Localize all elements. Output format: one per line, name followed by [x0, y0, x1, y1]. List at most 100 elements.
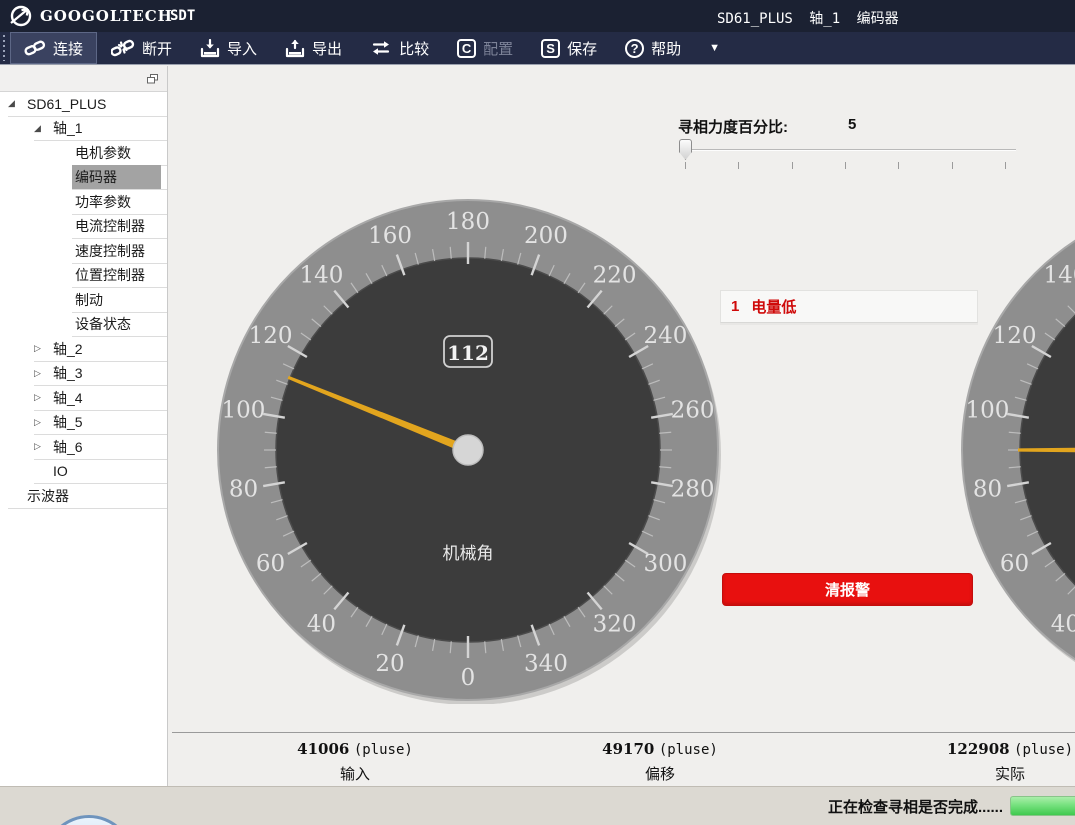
svg-text:100: 100 [966, 397, 1010, 423]
title-bar: GOOGOLTECH SDT SD61_PLUS 轴_1 编码器 [0, 0, 1075, 32]
svg-text:200: 200 [524, 223, 568, 249]
sidebar-header [0, 66, 167, 92]
slider-tick [792, 162, 793, 169]
collapsed-arrow-icon[interactable]: ▷ [34, 441, 50, 452]
svg-text:160: 160 [368, 223, 412, 249]
help-icon: ? [625, 39, 644, 58]
gauge-mechanical-angle: 0204060801001201401601802002202402602803… [214, 196, 722, 704]
toolbar-button-connect[interactable]: 连接 [10, 32, 97, 64]
slider-tick [952, 162, 953, 169]
tree-item-SD61_PLUS[interactable]: ◢SD61_PLUS [0, 92, 167, 117]
toolbar-button-help[interactable]: ?帮助 [611, 32, 695, 64]
tree-item-速度控制器[interactable]: 速度控制器 [0, 239, 167, 264]
brand-name: GOOGOLTECH [40, 7, 173, 25]
slider-tick [685, 162, 686, 169]
tree-item-轴_2[interactable]: ▷轴_2 [0, 337, 167, 362]
status-progress-bar [1010, 796, 1075, 816]
svg-text:300: 300 [644, 551, 688, 577]
phase-slider-label: 寻相力度百分比: [678, 116, 788, 137]
chevron-down-icon: ▼ [709, 42, 720, 54]
tree-item-轴_6[interactable]: ▷轴_6 [0, 435, 167, 460]
toolbar-button-save[interactable]: S保存 [527, 32, 611, 64]
gauge-center-label: 机械角 [443, 544, 494, 563]
toolbar-button-import[interactable]: 导入 [186, 32, 271, 64]
svg-text:20: 20 [375, 651, 404, 677]
toolbar-button-disconnect[interactable]: 断开 [97, 32, 186, 64]
gauge-value-display: 112 [447, 341, 489, 365]
phase-slider-track[interactable] [679, 149, 1016, 151]
tree-item-IO[interactable]: IO [0, 460, 167, 485]
tree-item-编码器[interactable]: 编码器 [0, 166, 167, 191]
svg-text:80: 80 [973, 477, 1002, 503]
tree-item-示波器[interactable]: 示波器 [0, 484, 167, 509]
broken-link-icon [111, 39, 135, 57]
body-area: ◢SD61_PLUS◢轴_1电机参数编码器功率参数电流控制器速度控制器位置控制器… [0, 66, 1075, 786]
collapsed-arrow-icon[interactable]: ▷ [34, 392, 50, 403]
expanded-arrow-icon[interactable]: ◢ [8, 98, 24, 109]
collapsed-arrow-icon[interactable]: ▷ [34, 417, 50, 428]
corner-orb-icon [44, 815, 134, 825]
tree-item-轴_3[interactable]: ▷轴_3 [0, 362, 167, 387]
tree-item-轴_5[interactable]: ▷轴_5 [0, 411, 167, 436]
app-name: SDT [170, 8, 195, 24]
slider-tick [845, 162, 846, 169]
export-icon [285, 39, 305, 58]
svg-text:240: 240 [644, 323, 688, 349]
tree-item-设备状态[interactable]: 设备状态 [0, 313, 167, 338]
alarm-text: 电量低 [751, 296, 796, 317]
phase-slider-handle[interactable] [679, 139, 692, 160]
svg-text:340: 340 [524, 651, 568, 677]
svg-text:0: 0 [461, 665, 476, 691]
readout-输入: 41006 (pluse)输入 [245, 740, 465, 784]
tree-item-制动[interactable]: 制动 [0, 288, 167, 313]
svg-text:120: 120 [993, 323, 1037, 349]
status-bar: 正在检查寻相是否完成...... [0, 786, 1075, 825]
svg-text:220: 220 [593, 262, 637, 288]
svg-text:120: 120 [249, 323, 293, 349]
save-icon: S [541, 39, 560, 58]
toolbar-button-config[interactable]: C配置 [443, 32, 527, 64]
expanded-arrow-icon[interactable]: ◢ [34, 123, 50, 134]
context-title: SD61_PLUS 轴_1 编码器 [717, 8, 899, 28]
link-icon [24, 39, 46, 57]
clear-alarm-button[interactable]: 清报警 [722, 573, 973, 606]
tree-item-功率参数[interactable]: 功率参数 [0, 190, 167, 215]
readout-实际: 122908 (pluse)实际 [900, 740, 1075, 784]
tree-item-位置控制器[interactable]: 位置控制器 [0, 264, 167, 289]
tree-item-电机参数[interactable]: 电机参数 [0, 141, 167, 166]
main-content: 寻相力度百分比: 5 1 电量低 清报警 0 20 40 60 80 100 120 140 1… [168, 66, 1075, 786]
float-panel-icon[interactable] [147, 74, 158, 84]
tree-item-轴_1[interactable]: ◢轴_1 [0, 117, 167, 142]
slider-tick [898, 162, 899, 169]
collapsed-arrow-icon[interactable]: ▷ [34, 343, 50, 354]
readout-偏移: 49170 (pluse)偏移 [550, 740, 770, 784]
import-icon [200, 39, 220, 58]
toolbar-button-export[interactable]: 导出 [271, 32, 356, 64]
svg-text:260: 260 [671, 397, 715, 423]
svg-text:60: 60 [256, 551, 285, 577]
tree-item-电流控制器[interactable]: 电流控制器 [0, 215, 167, 240]
toolbar-button-more[interactable]: ▼ [695, 32, 734, 64]
toolbar-button-compare[interactable]: 比较 [356, 32, 443, 64]
compare-icon [370, 39, 392, 57]
application-window: GOOGOLTECH SDT SD61_PLUS 轴_1 编码器 连接 断开 导… [0, 0, 1075, 825]
collapsed-arrow-icon[interactable]: ▷ [34, 368, 50, 379]
tree-item-轴_4[interactable]: ▷轴_4 [0, 386, 167, 411]
svg-text:40: 40 [1051, 612, 1075, 638]
gauge-right-partial: 0204060801001201401601802002202402602803… [958, 196, 1075, 704]
svg-text:280: 280 [671, 477, 715, 503]
toolbar: 连接 断开 导入 导出 比较C配置S保存?帮助 ▼ [0, 32, 1075, 65]
readout-divider [172, 732, 1075, 733]
device-tree: ◢SD61_PLUS◢轴_1电机参数编码器功率参数电流控制器速度控制器位置控制器… [0, 92, 167, 509]
toolbar-grip[interactable] [2, 35, 9, 61]
status-message: 正在检查寻相是否完成...... [828, 796, 1003, 817]
svg-text:140: 140 [1043, 262, 1075, 288]
svg-text:140: 140 [299, 262, 343, 288]
svg-text:60: 60 [1000, 551, 1029, 577]
svg-text:80: 80 [229, 477, 258, 503]
svg-text:100: 100 [222, 397, 266, 423]
config-icon: C [457, 39, 476, 58]
phase-slider-value: 5 [848, 116, 856, 133]
sidebar-panel: ◢SD61_PLUS◢轴_1电机参数编码器功率参数电流控制器速度控制器位置控制器… [0, 66, 168, 786]
alarm-list-item[interactable]: 1 电量低 [720, 290, 978, 323]
